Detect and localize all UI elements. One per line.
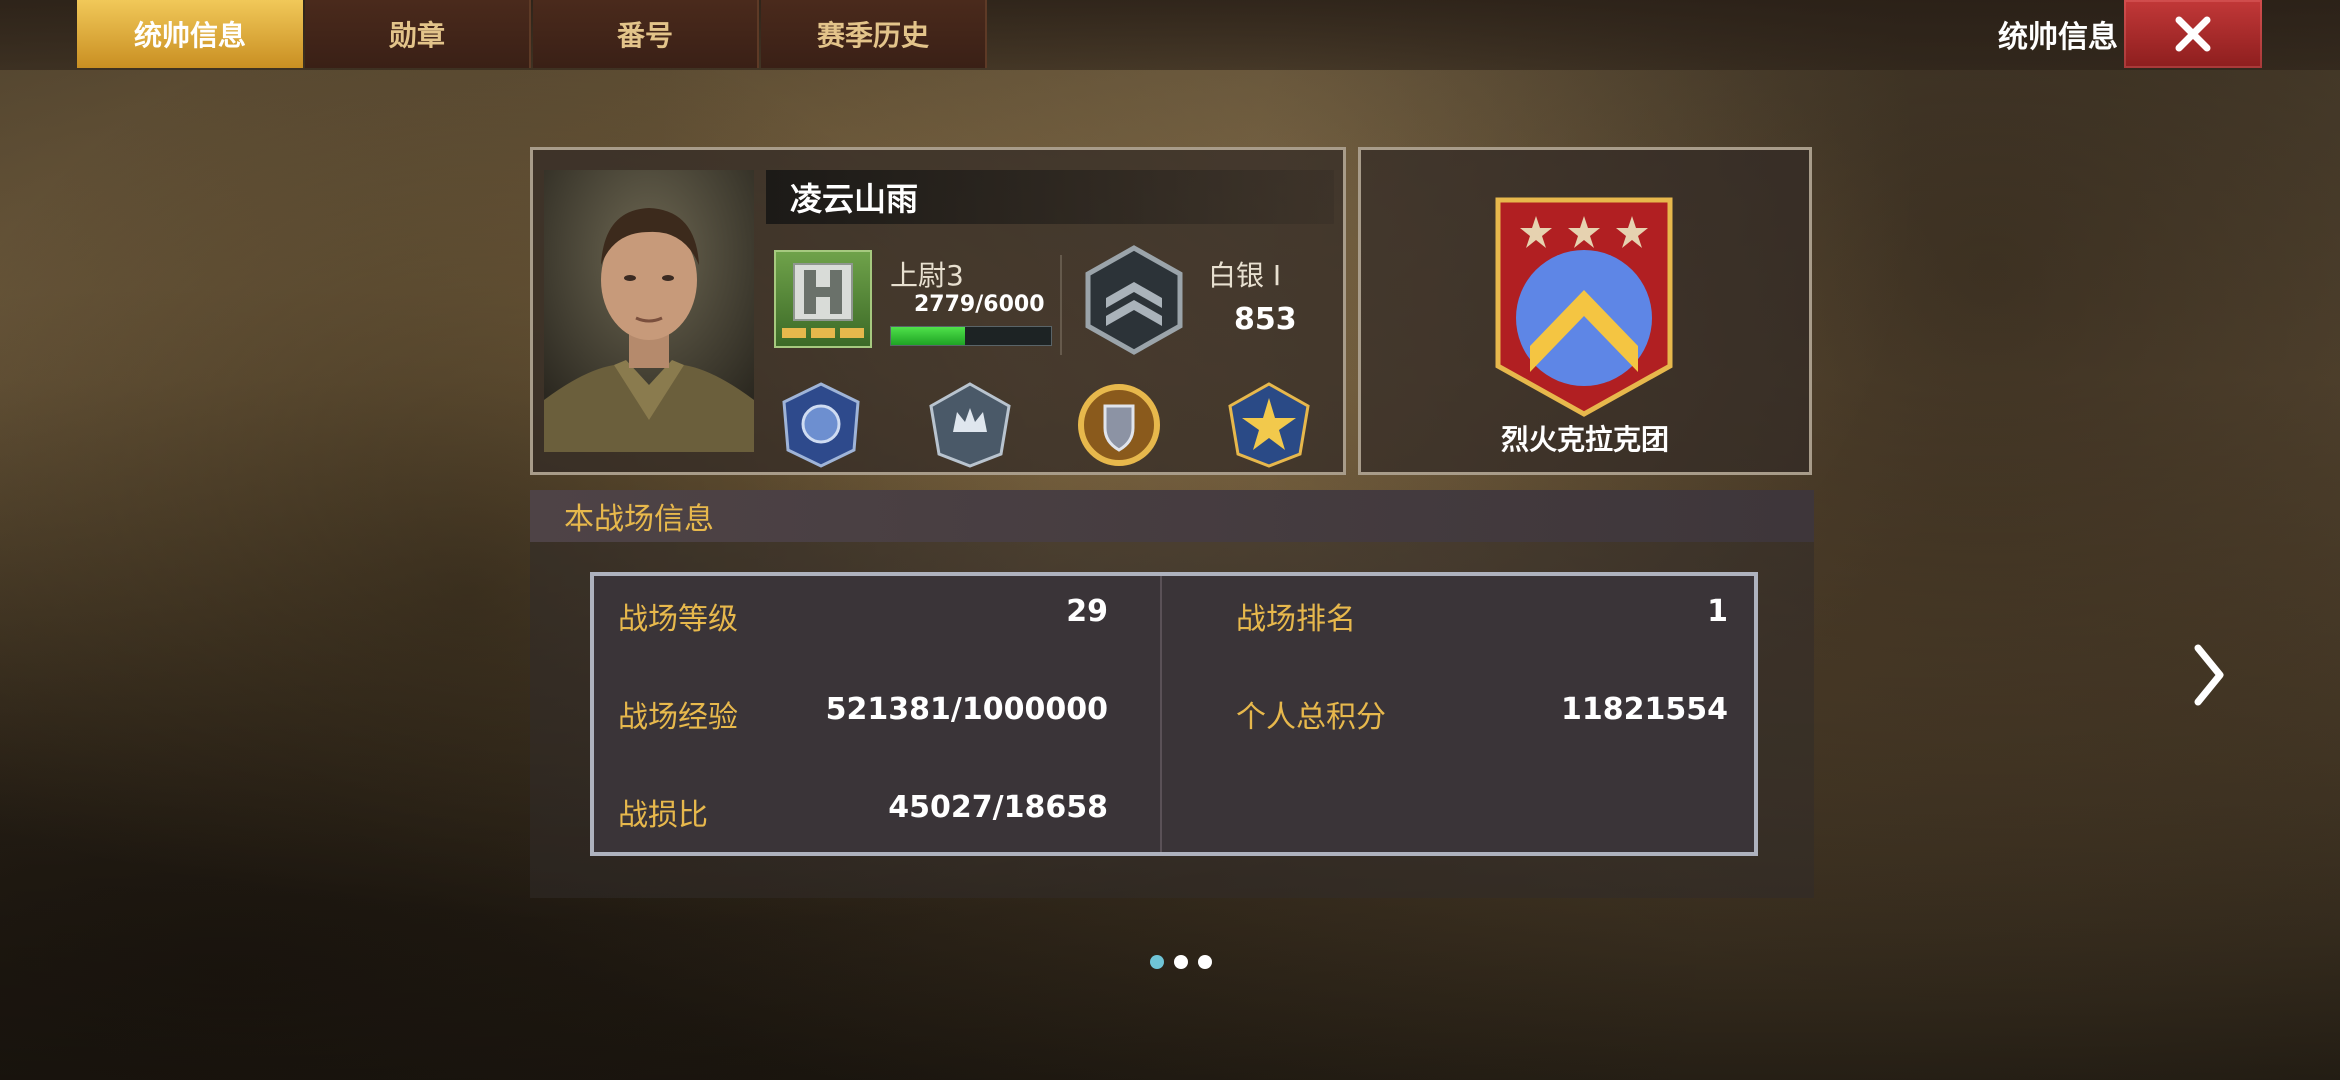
stat-value: 11821554: [1561, 692, 1728, 727]
medal-gold-star-icon[interactable]: [1224, 380, 1314, 470]
tab-designation[interactable]: 番号: [533, 0, 759, 68]
rank-xp-text: 2779/6000: [914, 292, 1045, 317]
medal-gold-shield-icon[interactable]: [1074, 380, 1164, 470]
page-dot[interactable]: [1174, 955, 1188, 969]
page-dot-active[interactable]: [1150, 955, 1164, 969]
next-page-arrow-icon[interactable]: [2190, 640, 2230, 710]
stat-label: 战场经验: [618, 700, 738, 735]
tier-badge-icon: [1085, 245, 1183, 355]
section-title: 本战场信息: [530, 490, 1814, 542]
rank-xp-fill: [891, 327, 966, 345]
stat-label: 战损比: [618, 798, 708, 833]
medal-crown-icon[interactable]: [925, 380, 1015, 470]
stat-value: 29: [1066, 594, 1108, 629]
close-icon: [2175, 16, 2211, 52]
tab-medals[interactable]: 勋章: [305, 0, 531, 68]
stat-value: 1: [1707, 594, 1728, 629]
rank-label: 上尉3: [890, 259, 964, 292]
stat-value: 521381/1000000: [825, 692, 1108, 727]
tab-commander-info[interactable]: 统帅信息: [77, 0, 303, 68]
close-button[interactable]: [2124, 0, 2262, 68]
stat-value: 45027/18658: [888, 790, 1108, 825]
legion-name: 烈火克拉克团: [1500, 423, 1669, 456]
legion-emblem-icon: [1495, 197, 1673, 417]
avatar[interactable]: [544, 170, 754, 452]
divider: [1060, 255, 1062, 355]
page-dot[interactable]: [1198, 955, 1212, 969]
stats-divider: [1160, 576, 1162, 852]
portrait-image: [544, 170, 754, 452]
rank-xp-bar: [890, 326, 1052, 346]
stat-label: 个人总积分: [1236, 700, 1386, 735]
rank-insignia-icon: [774, 250, 872, 348]
tab-season-history[interactable]: 赛季历史: [761, 0, 987, 68]
stat-label: 战场等级: [618, 602, 738, 637]
tier-label: 白银 I: [1208, 259, 1282, 292]
tier-score: 853: [1234, 302, 1297, 337]
stat-label: 战场排名: [1236, 602, 1356, 637]
player-name: 凌云山雨: [766, 170, 1334, 224]
page-title: 统帅信息: [1998, 20, 2118, 55]
top-bar: 统帅信息 勋章 番号 赛季历史 统帅信息: [0, 0, 2340, 70]
medal-blue-shield-icon[interactable]: [776, 380, 866, 470]
